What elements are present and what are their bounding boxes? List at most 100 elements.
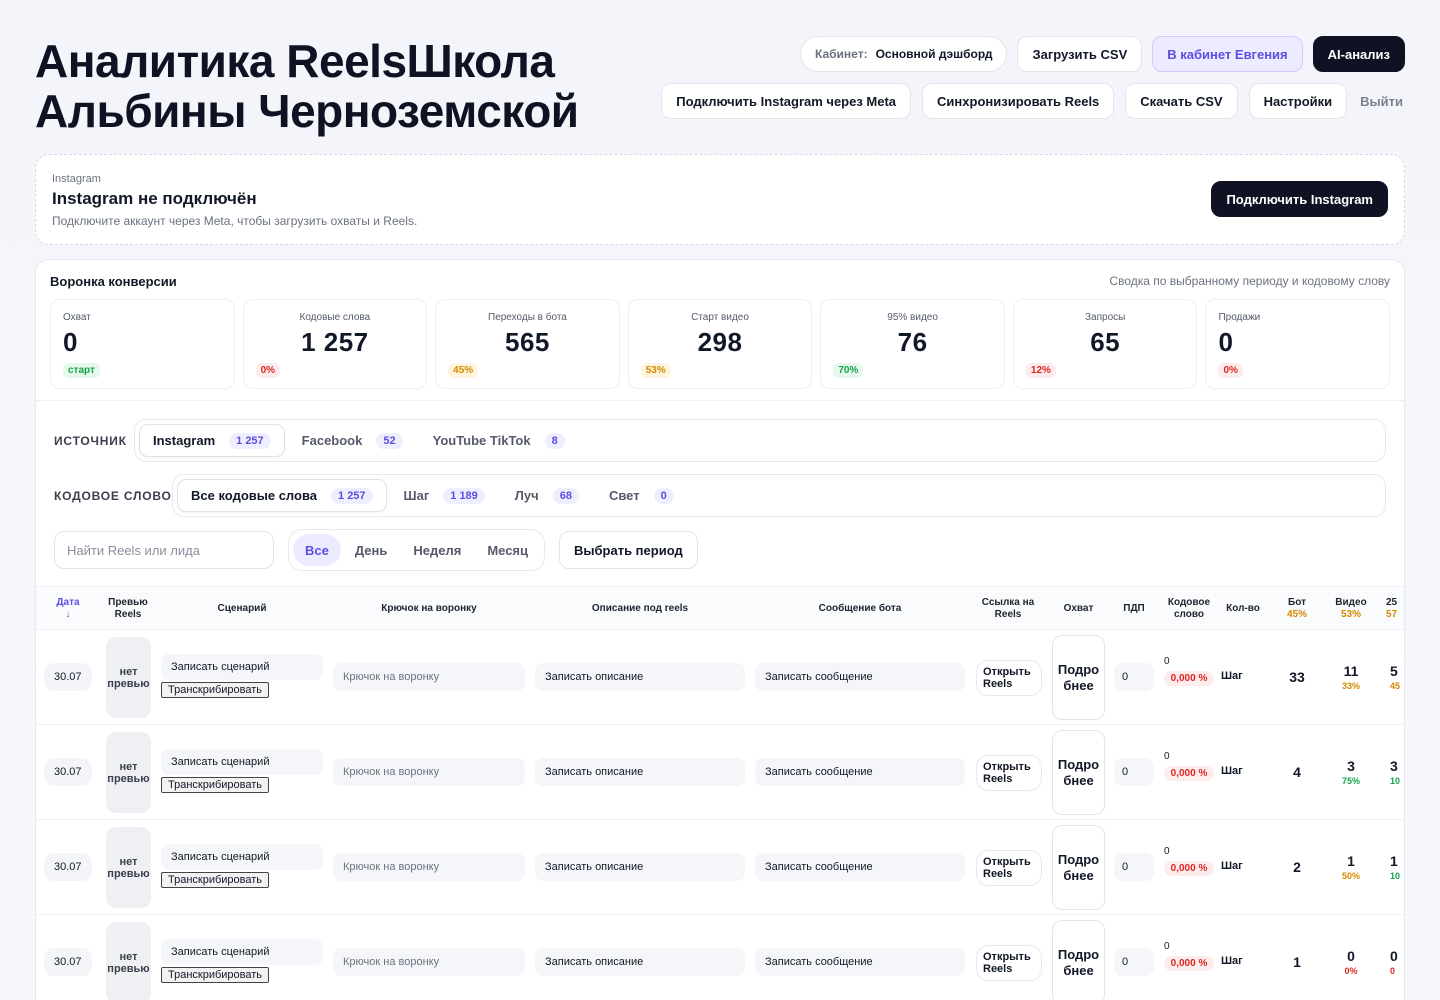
logout-button[interactable]: Выйти [1358, 83, 1405, 119]
reach-details-button[interactable]: Подробнее [1052, 635, 1105, 720]
row-video-pct: 0% [1344, 966, 1358, 976]
source-facebook[interactable]: Facebook 52 [289, 424, 416, 457]
th-pdp: ПДП [1123, 603, 1145, 614]
keyword-svet[interactable]: Свет 0 [596, 479, 687, 512]
row-video-value: 1 [1347, 853, 1355, 869]
kpi-requests: Запросы 65 12% [1012, 299, 1198, 389]
period-day[interactable]: День [343, 534, 400, 566]
kpi-value: 65 [1090, 327, 1121, 357]
row-code-word: 0 0,000 % [1164, 656, 1214, 686]
th-bot-pct: 45% [1286, 609, 1307, 620]
row-keyword: Шаг [1221, 670, 1243, 682]
description-input[interactable]: Записать описание [535, 663, 745, 691]
hook-input[interactable]: Крючок на воронку [333, 853, 525, 881]
search-input[interactable] [54, 531, 274, 569]
keyword-filter-label: КОДОВОЕ СЛОВО [54, 488, 172, 503]
cabinet-selector[interactable]: Кабинет: Основной дэшборд [800, 36, 1008, 72]
th-bot-label: Бот [1288, 597, 1306, 608]
row-video-pct: 33% [1341, 681, 1360, 691]
segment-label: Instagram [153, 433, 216, 448]
period-week[interactable]: Неделя [401, 534, 473, 566]
keyword-segments: Все кодовые слова 1 257 Шаг 1 189 Луч 68… [172, 474, 1386, 517]
reach-details-button[interactable]: Подробнее [1052, 825, 1105, 910]
bot-message-input[interactable]: Записать сообщение [755, 948, 965, 976]
kpi-badge: 0% [255, 363, 281, 378]
reach-details-button[interactable]: Подробнее [1052, 730, 1105, 815]
kpi-badge: 45% [448, 363, 479, 378]
filters: ИСТОЧНИК Instagram 1 257 Facebook 52 You… [36, 400, 1404, 571]
cabinet-label: Кабинет: [815, 47, 868, 61]
open-reels-button[interactable]: Открыть Reels [976, 850, 1042, 886]
open-reels-button[interactable]: Открыть Reels [976, 660, 1042, 696]
th-reach: Охват [1063, 603, 1094, 614]
ai-analysis-button[interactable]: AI-анализ [1312, 36, 1405, 72]
segment-label: Все кодовые слова [191, 488, 318, 503]
th-quantity: Кол-во [1226, 603, 1260, 614]
row-next: 5 45 [1390, 660, 1404, 694]
row-bot: 4 [1276, 755, 1318, 789]
page-title: Аналитика ReelsШкола Альбины Черноземско… [35, 36, 635, 136]
row-date: 30.07 [44, 853, 92, 881]
period-all[interactable]: Все [293, 534, 341, 566]
kpi-badge: старт [63, 363, 100, 378]
scenario-input[interactable]: Записать сценарий [161, 749, 323, 775]
keyword-shag[interactable]: Шаг 1 189 [391, 479, 498, 512]
bot-message-input[interactable]: Записать сообщение [755, 663, 965, 691]
transcribe-button[interactable]: Транскрибировать [161, 967, 270, 983]
keyword-luch[interactable]: Луч 68 [502, 479, 592, 512]
description-input[interactable]: Записать описание [535, 948, 745, 976]
description-input[interactable]: Записать описание [535, 853, 745, 881]
sync-reels-button[interactable]: Синхронизировать Reels [922, 83, 1115, 119]
connect-instagram-button[interactable]: Подключить Instagram [1211, 181, 1388, 217]
row-next: 3 10 [1390, 755, 1404, 789]
upload-csv-button[interactable]: Загрузить CSV [1017, 36, 1143, 72]
main-panel: Воронка конверсии Сводка по выбранному п… [35, 259, 1405, 1000]
kpi-label: Старт видео [691, 312, 749, 323]
hook-input[interactable]: Крючок на воронку [333, 948, 525, 976]
transcribe-button[interactable]: Транскрибировать [161, 682, 270, 698]
row-scenario: Записать сценарий Транскрибировать [161, 654, 323, 698]
keyword-all[interactable]: Все кодовые слова 1 257 [177, 479, 387, 512]
bot-message-input[interactable]: Записать сообщение [755, 758, 965, 786]
row-video-pct: 75% [1341, 776, 1360, 786]
open-reels-button[interactable]: Открыть Reels [976, 755, 1042, 791]
row-preview: нет превью [106, 922, 151, 1000]
pdp-input[interactable]: 0 [1114, 758, 1154, 786]
hook-input[interactable]: Крючок на воронку [333, 663, 525, 691]
segment-count: 1 257 [229, 432, 271, 449]
source-instagram[interactable]: Instagram 1 257 [139, 424, 285, 457]
pdp-input[interactable]: 0 [1114, 663, 1154, 691]
settings-button[interactable]: Настройки [1248, 83, 1348, 119]
scenario-input[interactable]: Записать сценарий [161, 844, 323, 870]
scenario-input[interactable]: Записать сценарий [161, 939, 323, 965]
connect-meta-button[interactable]: Подключить Instagram через Meta [661, 83, 912, 119]
open-reels-button[interactable]: Открыть Reels [976, 945, 1042, 981]
description-input[interactable]: Записать описание [535, 758, 745, 786]
row-bot-value: 4 [1293, 764, 1301, 780]
kpi-label: Переходы в бота [488, 312, 567, 323]
th-date[interactable]: Дата ↓ [46, 587, 90, 631]
kpi-badge: 0% [1218, 363, 1243, 378]
choose-period-button[interactable]: Выбрать период [559, 531, 698, 569]
th-video-label: Видео [1335, 597, 1367, 608]
bot-message-input[interactable]: Записать сообщение [755, 853, 965, 881]
segment-count: 52 [376, 432, 403, 449]
code-word-count: 0 [1164, 941, 1170, 952]
period-month[interactable]: Месяц [475, 534, 540, 566]
source-youtube-tiktok[interactable]: YouTube TikTok 8 [420, 424, 578, 457]
th-link: Ссылка на Reels [981, 597, 1035, 620]
row-code-word: 0 0,000 % [1164, 846, 1214, 876]
transcribe-button[interactable]: Транскрибировать [161, 777, 270, 793]
hook-input[interactable]: Крючок на воронку [333, 758, 525, 786]
reach-details-button[interactable]: Подробнее [1052, 920, 1105, 1000]
row-bot: 2 [1276, 850, 1318, 884]
funnel-subtitle: Сводка по выбранному периоду и кодовому … [1109, 274, 1390, 288]
pdp-input[interactable]: 0 [1114, 948, 1154, 976]
download-csv-button[interactable]: Скачать CSV [1125, 83, 1238, 119]
table-row: 30.07 нет превью Записать сценарий Транс… [36, 725, 1404, 820]
pdp-input[interactable]: 0 [1114, 853, 1154, 881]
segment-label: Шаг [403, 488, 430, 503]
to-cabinet-button[interactable]: В кабинет Евгения [1152, 36, 1303, 72]
scenario-input[interactable]: Записать сценарий [161, 654, 323, 680]
transcribe-button[interactable]: Транскрибировать [161, 872, 270, 888]
